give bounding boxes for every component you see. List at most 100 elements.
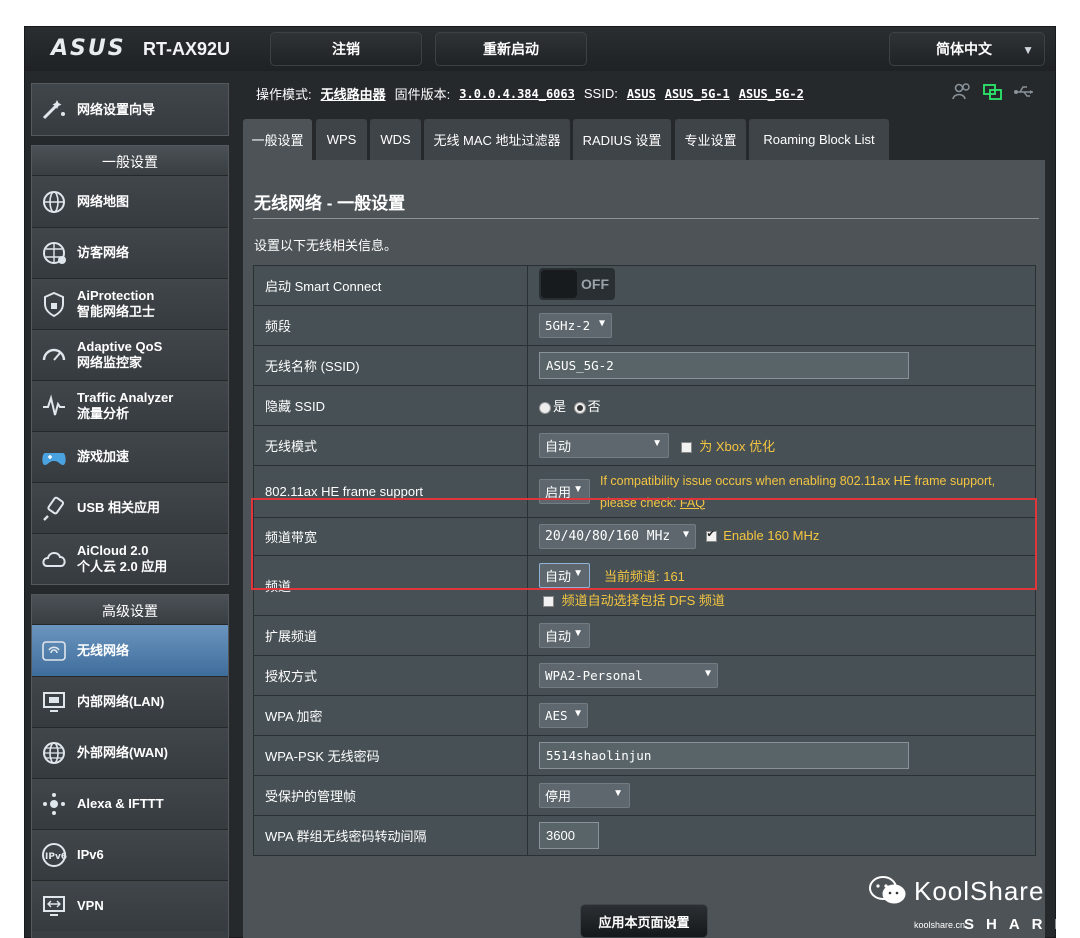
row-label: 频道 — [253, 555, 528, 616]
tab-general[interactable]: 一般设置 — [243, 119, 312, 160]
sidebar-item-advanced-3[interactable]: Alexa & IFTTT — [32, 778, 228, 829]
tab-wps[interactable]: WPS — [316, 119, 367, 160]
sidebar-item-advanced-2[interactable]: 外部网络(WAN) — [32, 727, 228, 778]
sidebar-item-line1: Alexa & IFTTT — [77, 796, 164, 811]
chevron-down-icon: ▼ — [1022, 43, 1034, 57]
row-label: 授权方式 — [253, 655, 528, 696]
sidebar-item-line1: IPv6 — [77, 847, 104, 862]
group-key-interval-input[interactable]: 3600 — [539, 822, 599, 849]
wireless-mode-select[interactable]: 自动 ▼ — [539, 433, 669, 458]
auth-method-value: WPA2-Personal — [545, 668, 643, 683]
wizard-icon — [39, 95, 69, 125]
tab-radius[interactable]: RADIUS 设置 — [573, 119, 671, 160]
mode-link[interactable]: 无线路由器 — [321, 84, 386, 103]
row-psk: WPA-PSK 无线密码 5514shaolinjun — [253, 735, 1036, 776]
he-frame-select[interactable]: 启用 ▼ — [539, 479, 590, 504]
usb-icon[interactable] — [1013, 82, 1037, 105]
row-pmf: 受保护的管理帧 停用 ▼ — [253, 775, 1036, 816]
row-label: 无线模式 — [253, 425, 528, 466]
row-wireless-mode: 无线模式 自动 ▼ 为 Xbox 优化 — [253, 425, 1036, 466]
ssid-input[interactable]: ASUS_5G-2 — [539, 352, 909, 379]
sidebar-item-advanced-4[interactable]: IPv6 IPv6 — [32, 829, 228, 880]
language-select[interactable]: 简体中文 ▼ — [889, 32, 1045, 66]
pulse-icon — [39, 391, 69, 421]
sidebar-item-general-2[interactable]: AiProtection 智能网络卫士 — [32, 278, 228, 329]
smart-connect-toggle[interactable]: OFF — [539, 268, 615, 300]
mode-label: 操作模式: — [256, 87, 312, 102]
sidebar-item-label: Traffic Analyzer 流量分析 — [77, 390, 173, 422]
row-label: 802.11ax HE frame support — [253, 465, 528, 518]
sidebar-item-line1: 内部网络(LAN) — [77, 694, 165, 709]
reboot-button[interactable]: 重新启动 — [435, 32, 587, 66]
row-label: 隐藏 SSID — [253, 385, 528, 426]
faq-link[interactable]: FAQ — [680, 496, 705, 510]
sidebar-item-general-7[interactable]: AiCloud 2.0 个人云 2.0 应用 — [32, 533, 228, 584]
dfs-checkbox[interactable] — [543, 595, 554, 607]
tab-roaming-block[interactable]: Roaming Block List — [749, 119, 889, 160]
row-label: 无线名称 (SSID) — [253, 345, 528, 386]
apply-button[interactable]: 应用本页面设置 — [580, 904, 708, 938]
sidebar-advanced-section: 高级设置 无线网络内部网络(LAN) 外部网络(WAN) Alexa & IFTTT… — [31, 594, 229, 938]
sidebar-item-line1: USB 相关应用 — [77, 500, 161, 515]
band-select[interactable]: 5GHz-2 ▼ — [539, 313, 612, 338]
sidebar-heading-advanced: 高级设置 — [32, 595, 228, 625]
tab-professional[interactable]: 专业设置 — [675, 119, 746, 160]
network-status-icon[interactable] — [982, 82, 1004, 105]
sidebar-item-label: 网络设置向导 — [77, 101, 156, 117]
row-ssid: 无线名称 (SSID) ASUS_5G-2 — [253, 345, 1036, 386]
row-label: WPA 加密 — [253, 695, 528, 736]
sidebar-wizard[interactable]: 网络设置向导 — [31, 83, 229, 136]
clients-icon[interactable] — [951, 82, 973, 105]
sidebar-item-general-4[interactable]: Traffic Analyzer 流量分析 — [32, 380, 228, 431]
ssid-link-2g[interactable]: ASUS — [627, 87, 656, 101]
ssid-link-5g2[interactable]: ASUS_5G-2 — [739, 87, 804, 101]
cloud-icon — [39, 544, 69, 574]
toggle-state: OFF — [581, 276, 609, 292]
wifi-icon — [39, 636, 69, 666]
he-frame-note: If compatibility issue occurs when enabl… — [600, 470, 995, 514]
hide-ssid-no-radio[interactable] — [573, 401, 586, 414]
ext-channel-select[interactable]: 自动 ▼ — [539, 623, 590, 648]
xbox-checkbox[interactable] — [680, 442, 692, 454]
router-admin-window: ASUS RT-AX92U 注销 重新启动 简体中文 ▼ 网络设置向导 一般设置… — [24, 26, 1056, 938]
radio-label-no: 否 — [587, 399, 601, 414]
row-ext-channel: 扩展频道 自动 ▼ — [253, 615, 1036, 656]
sidebar-item-advanced-0[interactable]: 无线网络 — [32, 625, 228, 676]
wan-icon — [39, 738, 69, 768]
sidebar-item-general-1[interactable]: 访客网络 — [32, 227, 228, 278]
sidebar-item-label: 外部网络(WAN) — [77, 745, 168, 761]
sidebar-item-label: VPN — [77, 898, 104, 914]
title-divider — [253, 218, 1039, 219]
channel-select[interactable]: 自动 ▼ — [539, 562, 590, 588]
tab-mac-filter[interactable]: 无线 MAC 地址过滤器 — [424, 119, 570, 160]
ssid-link-5g1[interactable]: ASUS_5G-1 — [665, 87, 730, 101]
sidebar-item-general-6[interactable]: USB 相关应用 — [32, 482, 228, 533]
koolshare-watermark: KoolShare koolshare.cn SHARE — [868, 872, 1080, 938]
sidebar-item-general-0[interactable]: 网络地图 — [32, 176, 228, 227]
sidebar-item-wizard[interactable]: 网络设置向导 — [32, 84, 228, 135]
wpa-encryption-select[interactable]: AES ▼ — [539, 703, 588, 728]
radio-label-yes: 是 — [553, 399, 567, 414]
sidebar-item-general-3[interactable]: Adaptive QoS 网络监控家 — [32, 329, 228, 380]
settings-table: 启动 Smart Connect OFF 频段 5GHz-2 ▼ 无线名称 (SS… — [253, 265, 1036, 856]
sidebar-item-line2: 个人云 2.0 应用 — [77, 559, 168, 574]
psk-input[interactable]: 5514shaolinjun — [539, 742, 909, 769]
enable-160-checkbox[interactable] — [705, 529, 717, 543]
tab-wds[interactable]: WDS — [370, 119, 421, 160]
chevron-down-icon: ▼ — [574, 708, 581, 719]
pmf-select[interactable]: 停用 ▼ — [539, 783, 630, 808]
row-smart-connect: 启动 Smart Connect OFF — [253, 265, 1036, 306]
globe-icon — [39, 187, 69, 217]
bandwidth-select[interactable]: 20/40/80/160 MHz ▼ — [539, 524, 696, 549]
sidebar-item-advanced-1[interactable]: 内部网络(LAN) — [32, 676, 228, 727]
sidebar-item-advanced-5[interactable]: VPN — [32, 880, 228, 931]
hide-ssid-yes-radio[interactable] — [539, 401, 551, 414]
logout-button[interactable]: 注销 — [270, 32, 422, 66]
sidebar-item-label: AiCloud 2.0 个人云 2.0 应用 — [77, 543, 167, 575]
current-channel: 当前频道: 161 — [604, 568, 685, 584]
guest-icon — [39, 238, 69, 268]
firmware-link[interactable]: 3.0.0.4.384_6063 — [459, 87, 575, 101]
row-wpa-encryption: WPA 加密 AES ▼ — [253, 695, 1036, 736]
sidebar-item-general-5[interactable]: 游戏加速 — [32, 431, 228, 482]
auth-method-select[interactable]: WPA2-Personal ▼ — [539, 663, 718, 688]
